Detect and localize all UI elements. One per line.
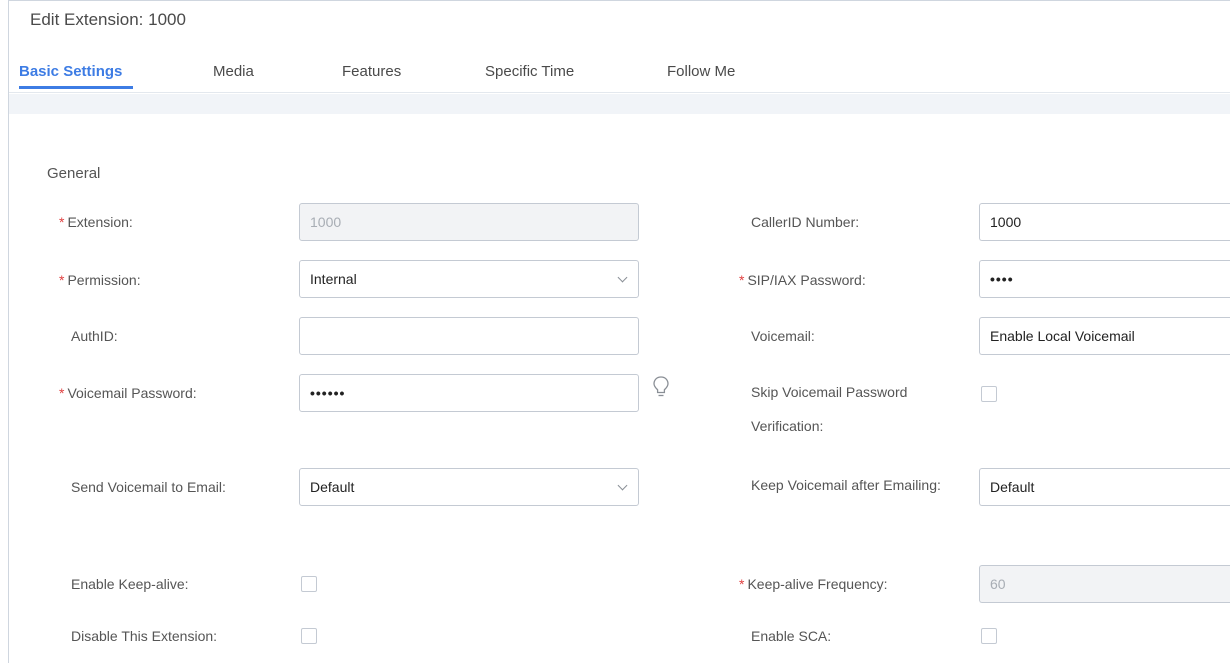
callerid-number-label: CallerID Number: (751, 214, 860, 230)
active-tab-indicator (19, 86, 133, 89)
edit-extension-dialog: Edit Extension: 1000 Basic Settings Medi… (8, 0, 1230, 663)
send-voicemail-email-select[interactable]: Default (299, 468, 639, 506)
sip-password-value: •••• (990, 271, 1014, 287)
section-title-general: General (47, 165, 101, 182)
enable-sca-checkbox[interactable] (981, 628, 997, 644)
voicemail-password-label: * Voicemail Password: (59, 385, 197, 401)
permission-value: Internal (310, 271, 357, 287)
tab-follow-me[interactable]: Follow Me (667, 63, 735, 80)
chevron-down-icon (617, 272, 628, 283)
chevron-down-icon (617, 480, 628, 491)
enable-keepalive-checkbox[interactable] (301, 576, 317, 592)
send-voicemail-email-value: Default (310, 479, 355, 495)
tab-specific-time[interactable]: Specific Time (485, 63, 574, 80)
lightbulb-icon[interactable] (652, 375, 670, 399)
tab-bar: Basic Settings Media Features Specific T… (9, 53, 1230, 93)
disable-extension-checkbox[interactable] (301, 628, 317, 644)
keepalive-frequency-input[interactable] (979, 565, 1230, 603)
skip-voicemail-verification-label: Skip Voicemail Password Verification: (751, 384, 908, 434)
enable-sca-label: Enable SCA: (751, 628, 832, 644)
keep-voicemail-after-email-value: Default (990, 479, 1035, 495)
tab-features[interactable]: Features (342, 63, 401, 80)
tab-basic-settings[interactable]: Basic Settings (19, 63, 122, 80)
permission-select[interactable]: Internal (299, 260, 639, 298)
voicemail-value: Enable Local Voicemail (990, 328, 1135, 344)
dialog-title: Edit Extension: 1000 (30, 10, 186, 29)
tab-media[interactable]: Media (213, 63, 254, 80)
keepalive-frequency-label: * Keep-alive Frequency: (739, 576, 888, 592)
keep-voicemail-after-email-select[interactable]: Default (979, 468, 1230, 506)
sip-password-label: * SIP/IAX Password: (739, 272, 866, 288)
enable-keepalive-label: Enable Keep-alive: (71, 576, 189, 592)
keep-voicemail-after-email-label: Keep Voicemail after Emailing: (751, 477, 941, 493)
skip-voicemail-verification-checkbox[interactable] (981, 386, 997, 402)
voicemail-password-value: •••••• (310, 385, 346, 401)
authid-label: AuthID: (71, 328, 118, 344)
send-voicemail-email-label: Send Voicemail to Email: (71, 479, 226, 495)
authid-input[interactable] (299, 317, 639, 355)
extension-input[interactable] (299, 203, 639, 241)
sip-password-input[interactable]: •••• (979, 260, 1230, 298)
permission-label: * Permission: (59, 272, 141, 288)
voicemail-password-input[interactable]: •••••• (299, 374, 639, 412)
disable-extension-label: Disable This Extension: (71, 628, 218, 644)
callerid-number-input[interactable] (979, 203, 1230, 241)
voicemail-label: Voicemail: (751, 328, 815, 344)
extension-label: * Extension: (59, 214, 133, 230)
voicemail-select[interactable]: Enable Local Voicemail (979, 317, 1230, 355)
content-header-band (9, 94, 1230, 114)
